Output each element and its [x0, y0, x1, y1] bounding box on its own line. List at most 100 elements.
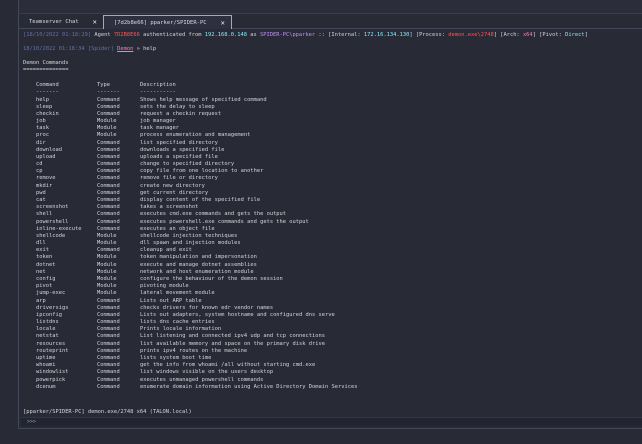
command-text: » help — [136, 46, 157, 52]
command-type: Command — [97, 139, 120, 146]
command-type: Command — [97, 103, 120, 110]
tab-agent-session[interactable]: [7d2b8e66] pparker/SPIDER-PC ✕ — [102, 15, 232, 29]
command-name: config — [36, 276, 56, 282]
table-row: uptime Command lists system boot time — [23, 355, 623, 362]
command-type: Command — [97, 297, 120, 304]
command-input[interactable] — [40, 419, 642, 425]
command-name: cat — [36, 197, 46, 204]
table-row: mkdir Command create new directory — [23, 183, 623, 190]
table-row: pwd Command get current directory — [23, 190, 623, 197]
command-description: job manager — [140, 118, 176, 125]
command-description: prints ipv4 routes on the machine — [140, 347, 248, 354]
table-row: driversigs Command checks drivers for know… — [23, 305, 623, 312]
close-icon[interactable]: ✕ — [221, 19, 225, 27]
command-description: copy file from one location to another — [140, 168, 264, 175]
input-prompt: >>> — [27, 419, 37, 425]
command-name: jump-exec — [36, 290, 66, 297]
command-name: shell — [36, 211, 53, 218]
command-description: sets the delay to sleep — [140, 103, 215, 110]
command-description: Shows help message of specified command — [140, 96, 267, 103]
command-type: Command — [97, 204, 120, 211]
command-description: Lists out ARP table — [140, 297, 202, 304]
table-row: net Module network and host enumeration mo… — [23, 269, 623, 276]
command-type: Command — [97, 326, 120, 333]
command-type: Command — [97, 311, 120, 318]
command-description: lists dns cache entries — [140, 319, 215, 326]
command-name: ipconfig — [36, 311, 62, 318]
text: Agent — [94, 32, 111, 38]
command-description: Prints locale information — [140, 326, 222, 333]
text: ] [Arch: — [493, 32, 520, 38]
command-type: Module — [97, 240, 117, 247]
command-name: sleep — [36, 103, 53, 110]
tab-teamserver-chat[interactable]: Teamserver Chat ✕ — [19, 15, 103, 29]
timestamp: [18/10/2022 01:18:29] — [23, 32, 92, 38]
command-name: download — [36, 146, 62, 153]
table-row: proc Module process enumeration and manage… — [23, 132, 623, 139]
table-row: cd Command change to specified directory — [23, 161, 623, 168]
command-type: Command — [97, 319, 120, 326]
agent-user: SPIDER-PC\pparker — [259, 32, 316, 38]
command-type: Command — [97, 347, 120, 354]
divider: ----------- — [140, 89, 176, 95]
text: ] [Pivot: — [532, 32, 562, 38]
process: demon.exe\2748 — [448, 32, 494, 38]
table-row: sleep Command sets the delay to sleep — [23, 104, 623, 111]
command-description: takes a screenshot — [140, 204, 199, 211]
table-row: token Module token manipulation and impers… — [23, 254, 623, 261]
command-type: Command — [97, 362, 120, 369]
command-name: proc — [36, 132, 49, 139]
command-description: list windows visible on the users deskto… — [140, 369, 274, 376]
command-description: dll spawn and injection modules — [140, 240, 241, 247]
command-name: cd — [36, 161, 43, 168]
agent-link[interactable]: Demon — [117, 46, 133, 52]
command-name: driversigs — [36, 304, 69, 311]
command-input-bar: >>> — [21, 417, 642, 426]
text: ] [Process: — [409, 32, 446, 38]
table-row: job Module job manager — [23, 118, 623, 125]
command-description: list available memory and space on the p… — [140, 340, 325, 347]
tab-label: [7d2b8e66] pparker/SPIDER-PC — [113, 19, 207, 26]
internal-ip: 172.16.134.130 — [363, 32, 410, 38]
command-description: pivoting module — [140, 283, 189, 290]
table-row: dll Module dll spawn and injection modules — [23, 240, 623, 247]
command-description: create new directory — [140, 182, 205, 189]
table-row: listdns Command lists dns cache entries — [23, 319, 623, 326]
command-type: Command — [97, 333, 120, 340]
command-type: Module — [97, 118, 117, 125]
table-row: remove Command remove file or directory — [23, 175, 623, 182]
command-name: netstat — [36, 333, 59, 340]
command-type: Command — [97, 304, 120, 311]
arch: x64 — [522, 32, 533, 38]
command-description: lists system boot time — [140, 354, 212, 361]
command-description: remove file or directory — [140, 175, 218, 182]
command-name: pivot — [36, 283, 53, 290]
command-type: Command — [97, 189, 120, 196]
table-row: help Command Shows help message of specifi… — [23, 97, 623, 104]
tab-label: Teamserver Chat — [29, 19, 79, 25]
command-type: Module — [97, 254, 117, 261]
table-row: upload Command uploads a specified file — [23, 154, 623, 161]
command-type: Command — [97, 96, 120, 103]
table-row: inline-execute Command executes an object … — [23, 226, 623, 233]
table-row: ipconfig Command Lists out adapters, syste… — [23, 312, 623, 319]
command-log: 18/10/2022 01:18:34 [Spider] Demon » hel… — [23, 46, 156, 53]
command-type: Command — [97, 340, 120, 347]
command-description: token manipulation and impersonation — [140, 254, 257, 261]
table-row: locale Command Prints locale information — [23, 326, 623, 333]
command-name: uptime — [36, 354, 56, 361]
command-name: help — [36, 96, 49, 103]
text: as — [250, 32, 257, 38]
table-row: download Command downloads a specified fil… — [23, 147, 623, 154]
tab-bar: Teamserver Chat ✕ [7d2b8e66] pparker/SPID… — [19, 15, 642, 29]
section-title: Demon Commands — [23, 60, 69, 66]
pivot: Direct — [565, 32, 585, 38]
top-dock-bar — [18, 0, 642, 14]
command-type: Module — [97, 125, 117, 132]
close-icon[interactable]: ✕ — [93, 18, 97, 26]
table-row: shell Command executes cmd.exe commands an… — [23, 211, 623, 218]
command-description: request a checkin request — [140, 110, 222, 117]
command-description: executes unmanaged powershell commands — [140, 376, 264, 383]
table-row: powerpick Command executes unmanaged power… — [23, 377, 623, 384]
table-header-divider: ------- ------- ----------- — [23, 89, 623, 96]
